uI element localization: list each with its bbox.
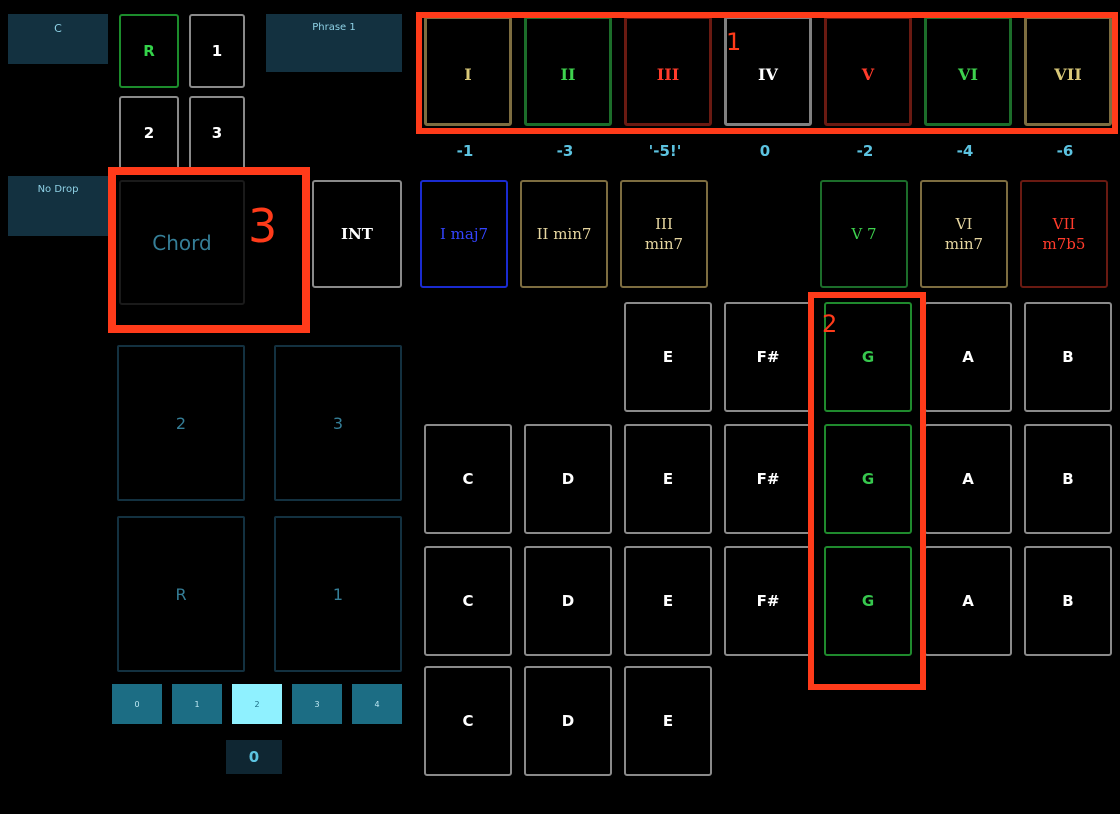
annotation-label-1: 1 xyxy=(726,28,742,56)
note-label: E xyxy=(662,592,674,610)
pad-3[interactable]: 3 xyxy=(274,345,402,501)
note-button[interactable]: F# xyxy=(724,546,812,656)
note-label: E xyxy=(662,470,674,488)
note-label: E xyxy=(662,348,674,366)
note-button[interactable]: C xyxy=(424,546,512,656)
offset-value: -4 xyxy=(956,142,974,160)
chord-button[interactable]: VI min7 xyxy=(920,180,1008,288)
page-tab[interactable]: 0 xyxy=(112,684,162,724)
offset-value: '-5!' xyxy=(648,142,682,160)
note-label: B xyxy=(1062,348,1074,366)
page-tab[interactable]: 4 xyxy=(352,684,402,724)
chord-button[interactable]: II min7 xyxy=(520,180,608,288)
voice-button-root[interactable]: R xyxy=(119,14,179,88)
annotation-box-1 xyxy=(416,12,1118,134)
note-label: C xyxy=(462,712,474,730)
note-button[interactable]: C xyxy=(424,424,512,534)
note-label: C xyxy=(462,470,474,488)
chord-label: V 7 xyxy=(851,225,877,243)
annotation-label-2: 2 xyxy=(822,310,838,338)
note-button[interactable]: A xyxy=(924,424,1012,534)
offset-value: 0 xyxy=(759,142,771,160)
note-label: F# xyxy=(756,470,780,488)
note-label: D xyxy=(561,712,575,730)
chord-label: VII m7b5 xyxy=(1042,215,1086,253)
chord-button[interactable]: III min7 xyxy=(620,180,708,288)
pad-2[interactable]: 2 xyxy=(117,345,245,501)
note-label: F# xyxy=(756,348,780,366)
offset-value: -3 xyxy=(556,142,574,160)
offset-value: -2 xyxy=(856,142,874,160)
chord-label: VI min7 xyxy=(944,215,984,253)
drop-button[interactable]: No Drop xyxy=(8,176,108,236)
note-button[interactable]: A xyxy=(924,546,1012,656)
pad-r[interactable]: R xyxy=(117,516,245,672)
pad-label: 3 xyxy=(332,413,344,433)
annotation-box-2 xyxy=(808,292,926,690)
pad-label: 2 xyxy=(175,413,187,433)
value-readout: 0 xyxy=(226,740,282,774)
chord-label: II min7 xyxy=(536,225,592,243)
note-label: C xyxy=(462,592,474,610)
note-button[interactable]: D xyxy=(524,546,612,656)
int-button[interactable]: INT xyxy=(312,180,402,288)
note-button[interactable]: C xyxy=(424,666,512,776)
int-button-label: INT xyxy=(341,225,373,243)
chord-label: III min7 xyxy=(644,215,684,253)
note-button[interactable]: B xyxy=(1024,424,1112,534)
note-button[interactable]: E xyxy=(624,302,712,412)
note-label: D xyxy=(561,592,575,610)
note-button[interactable]: F# xyxy=(724,424,812,534)
chord-button[interactable]: V 7 xyxy=(820,180,908,288)
voice-button-2[interactable]: 2 xyxy=(119,96,179,170)
annotation-box-3 xyxy=(108,167,310,333)
note-label: B xyxy=(1062,592,1074,610)
note-button[interactable]: E xyxy=(624,666,712,776)
page-tab[interactable]: 3 xyxy=(292,684,342,724)
note-label: E xyxy=(662,712,674,730)
note-button[interactable]: F# xyxy=(724,302,812,412)
note-label: A xyxy=(962,348,974,366)
note-label: A xyxy=(962,592,974,610)
voice-button-label: 2 xyxy=(143,124,155,142)
note-label: F# xyxy=(756,592,780,610)
note-button[interactable]: D xyxy=(524,666,612,776)
note-button[interactable]: D xyxy=(524,424,612,534)
voice-button-3[interactable]: 3 xyxy=(189,96,245,170)
offset-value: -1 xyxy=(456,142,474,160)
page-tab[interactable]: 1 xyxy=(172,684,222,724)
voice-button-1[interactable]: 1 xyxy=(189,14,245,88)
chord-button[interactable]: I maj7 xyxy=(420,180,508,288)
voice-button-label: 1 xyxy=(211,42,223,60)
note-button[interactable]: E xyxy=(624,546,712,656)
pad-label: 1 xyxy=(332,584,344,604)
chord-button[interactable]: VII m7b5 xyxy=(1020,180,1108,288)
offset-value: -6 xyxy=(1056,142,1074,160)
page-tab[interactable]: 2 xyxy=(232,684,282,724)
note-button[interactable]: B xyxy=(1024,302,1112,412)
chord-label: I maj7 xyxy=(439,225,489,243)
note-label: A xyxy=(962,470,974,488)
pad-label: R xyxy=(175,584,187,604)
voice-button-label: R xyxy=(143,42,155,60)
note-label: B xyxy=(1062,470,1074,488)
voice-button-label: 3 xyxy=(211,124,223,142)
note-button[interactable]: E xyxy=(624,424,712,534)
note-button[interactable]: A xyxy=(924,302,1012,412)
annotation-label-3: 3 xyxy=(248,199,278,253)
phrase-button[interactable]: Phrase 1 xyxy=(266,14,402,72)
pad-1[interactable]: 1 xyxy=(274,516,402,672)
key-button[interactable]: C xyxy=(8,14,108,64)
note-button[interactable]: B xyxy=(1024,546,1112,656)
note-label: D xyxy=(561,470,575,488)
